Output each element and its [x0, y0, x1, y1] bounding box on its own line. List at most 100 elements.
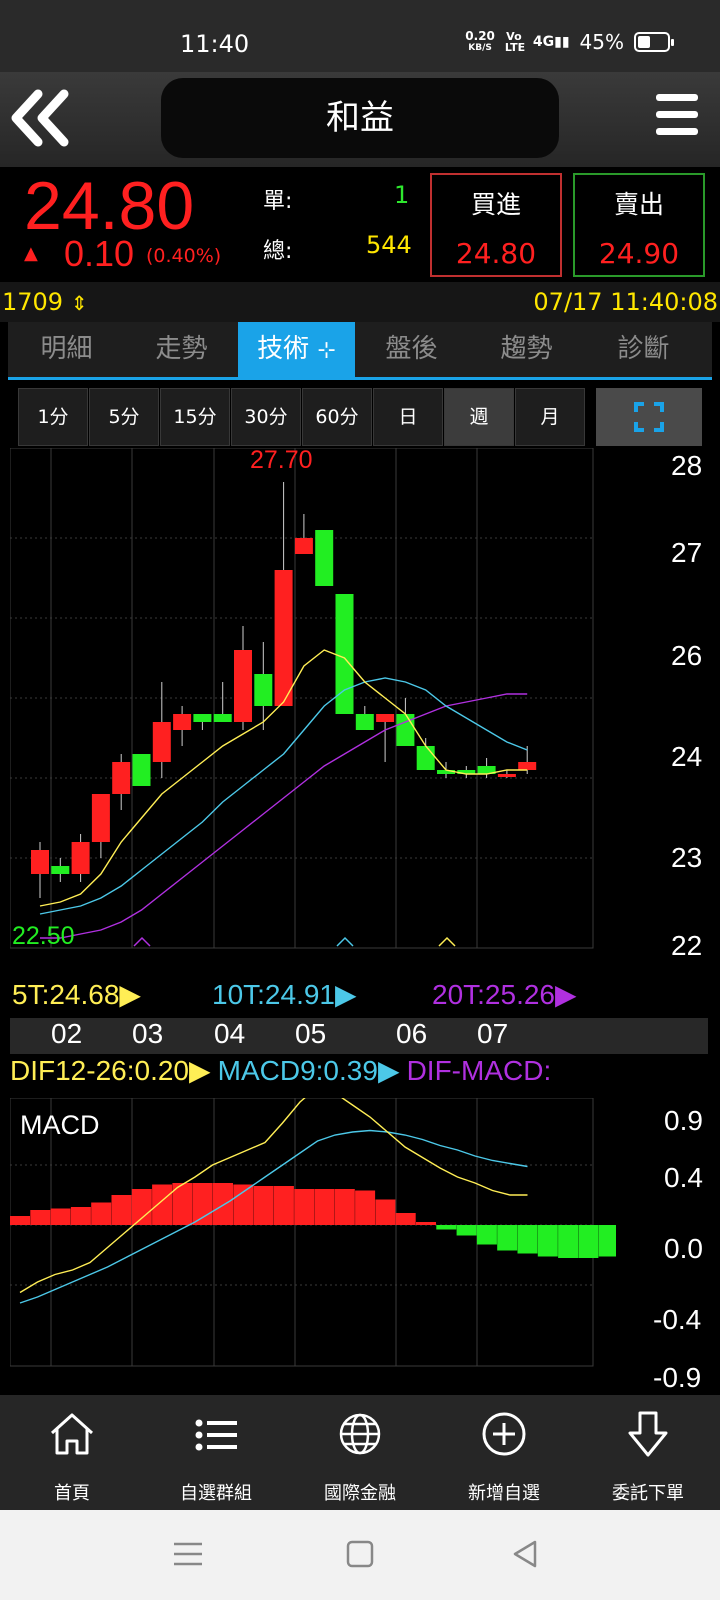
macd-axis-tick: -0.4 — [653, 1304, 702, 1335]
ma10-value: 10T:24.91 — [212, 979, 335, 1010]
tab-technical[interactable]: 技術 ⊹ — [238, 322, 355, 377]
tab-trend[interactable]: 走勢 — [123, 322, 240, 377]
osc-bar — [91, 1202, 112, 1225]
sell-button[interactable]: 賣出 24.90 — [573, 173, 705, 277]
update-datetime: 07/17 11:40:08 — [533, 288, 718, 316]
ma10-line — [39, 677, 528, 915]
price-axis-tick: 26 — [671, 640, 703, 671]
osc-bar — [578, 1225, 599, 1258]
nav-add-watch[interactable]: 新增自選 — [432, 1395, 576, 1510]
macd-axis-tick: 0.4 — [664, 1162, 703, 1193]
osc-bar — [436, 1225, 457, 1230]
status-bar: 11:40 0.20 KB/S Vo LTE 4G▮▮ 45% — [0, 0, 720, 72]
candlestick-chart[interactable]: 27.70 22.50 — [10, 448, 616, 968]
osc-bar — [598, 1225, 616, 1257]
osc-bar — [476, 1225, 497, 1245]
network-speed-unit: KB/S — [468, 43, 492, 53]
osc-bar — [213, 1183, 233, 1225]
osc-bar — [558, 1225, 579, 1258]
osc-bar — [253, 1186, 274, 1225]
tab-after-hours[interactable]: 盤後 — [353, 322, 470, 377]
play-icon: ▶ — [335, 979, 357, 1010]
status-time: 11:40 — [180, 30, 250, 58]
nav-watchlist[interactable]: 自選群組 — [144, 1395, 288, 1510]
price-axis-tick: 22 — [671, 930, 703, 961]
candle-body — [497, 774, 516, 777]
osc-bar — [50, 1208, 71, 1225]
candle-body — [416, 746, 435, 770]
macd-chart[interactable] — [10, 1098, 616, 1393]
osc-bar — [314, 1189, 335, 1225]
single-volume-label: 單: — [263, 189, 293, 214]
candle-body — [91, 794, 110, 842]
nav-order-label: 委託下單 — [612, 1483, 684, 1504]
stock-title[interactable]: 和益 — [161, 78, 559, 158]
volte-icon: Vo LTE — [504, 30, 526, 54]
candle-body — [518, 762, 537, 770]
price-change-percent: (0.40%) — [146, 245, 222, 267]
osc-bar — [355, 1190, 376, 1225]
back-button[interactable] — [8, 86, 72, 150]
candle-body — [71, 842, 90, 874]
recent-apps-icon[interactable] — [168, 1534, 208, 1574]
osc-bar — [497, 1225, 518, 1251]
nav-watchlist-label: 自選群組 — [180, 1483, 252, 1504]
buy-price: 24.80 — [455, 237, 537, 270]
month-axis: 02 03 04 05 06 07 — [10, 1018, 708, 1054]
globe-icon — [339, 1413, 381, 1455]
macd-axis-tick: 0.0 — [664, 1233, 703, 1264]
osc-bar — [111, 1195, 132, 1225]
price-axis-tick: 28 — [671, 450, 703, 481]
macd9-value: MACD9:0.39 — [217, 1055, 378, 1086]
volume-value: 1709 — [2, 288, 64, 316]
osc-value: DIF-MACD: — [406, 1055, 552, 1086]
tab-detail[interactable]: 明細 — [8, 322, 125, 377]
bottom-nav: 首頁 自選群組 國際金融 新增自選 委託下單 — [0, 1395, 720, 1510]
home-square-icon[interactable] — [340, 1534, 380, 1574]
candle-body — [31, 850, 49, 874]
play-icon: ▶ — [555, 979, 577, 1010]
period-60min[interactable]: 60分 — [302, 388, 372, 446]
nav-international[interactable]: 國際金融 — [288, 1395, 432, 1510]
collapse-icon: ⊹ — [317, 338, 336, 363]
signal-marker — [336, 936, 354, 947]
tab-tendency[interactable]: 趨勢 — [468, 322, 585, 377]
osc-bar — [416, 1222, 436, 1225]
quote-panel: 24.80 ▲ 0.10 (0.40%) 單: 1 總: 544 買進 24.8… — [0, 167, 720, 282]
add-circle-icon — [482, 1412, 526, 1456]
period-15min[interactable]: 15分 — [160, 388, 230, 446]
fullscreen-button[interactable] — [596, 388, 702, 446]
period-week[interactable]: 週 — [444, 388, 514, 446]
top-nav-bar: 和益 — [0, 72, 720, 167]
period-month[interactable]: 月 — [515, 388, 585, 446]
month-tick: 05 — [295, 1018, 327, 1049]
osc-bar — [30, 1210, 51, 1225]
period-30min[interactable]: 30分 — [231, 388, 301, 446]
info-bar: 1709 ⇕ 07/17 11:40:08 — [0, 282, 720, 322]
buy-button[interactable]: 買進 24.80 — [430, 173, 562, 277]
candle-body — [335, 594, 354, 714]
single-volume-value: 1 — [394, 181, 410, 209]
osc-bar — [131, 1189, 152, 1225]
dif-value: DIF12-26:0.20 — [10, 1055, 189, 1086]
osc-bar — [395, 1213, 416, 1225]
candle-body — [152, 722, 171, 762]
hamburger-menu-icon[interactable] — [656, 94, 702, 144]
nav-order[interactable]: 委託下單 — [576, 1395, 720, 1510]
macd-axis-tick: 0.9 — [664, 1105, 703, 1136]
period-day[interactable]: 日 — [373, 388, 443, 446]
period-5min[interactable]: 5分 — [89, 388, 159, 446]
sell-label: 賣出 — [613, 190, 664, 219]
back-triangle-icon[interactable] — [505, 1534, 545, 1574]
month-tick: 07 — [477, 1018, 509, 1049]
candle-body — [254, 674, 273, 706]
nav-add-watch-label: 新增自選 — [468, 1483, 540, 1504]
signal-marker — [133, 936, 151, 947]
nav-home[interactable]: 首頁 — [0, 1395, 144, 1510]
candle-body — [274, 570, 293, 706]
tab-diagnosis[interactable]: 診斷 — [585, 322, 702, 377]
price-change: 0.10 — [64, 233, 135, 274]
candle-body — [234, 650, 252, 722]
period-1min[interactable]: 1分 — [18, 388, 88, 446]
ma10-legend: 10T:24.91▶ — [212, 978, 357, 1011]
